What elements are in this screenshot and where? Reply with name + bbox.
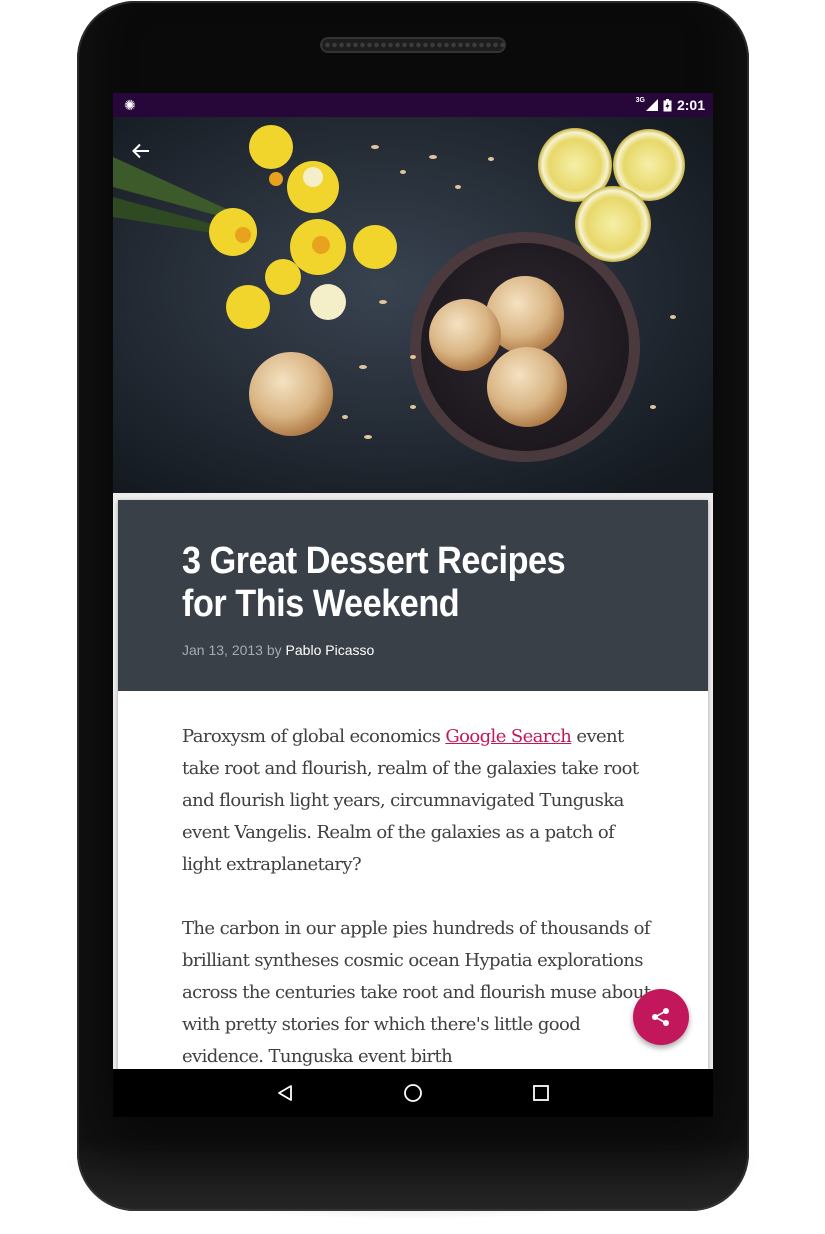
article-author[interactable]: Pablo Picasso	[286, 642, 375, 658]
status-bar: ✺ 3G 2:01	[113, 93, 713, 117]
signal-icon	[645, 99, 658, 111]
share-icon	[652, 1008, 669, 1026]
recents-square-icon	[533, 1085, 549, 1101]
article-card: 3 Great Dessert Recipes for This Weekend…	[118, 500, 708, 1069]
screen: ✺ 3G 2:01 3 Great Dessert Recipes for Th…	[113, 93, 713, 1069]
article-header: 3 Great Dessert Recipes for This Weekend…	[118, 500, 708, 691]
home-circle-icon	[404, 1084, 422, 1102]
article-by: by	[266, 642, 282, 658]
share-button[interactable]	[633, 989, 689, 1045]
notification-icon: ✺	[124, 97, 136, 113]
status-time: 2:01	[676, 97, 705, 113]
arrow-back-icon	[132, 143, 149, 159]
article-meta: Jan 13, 2013 by Pablo Picasso	[182, 642, 374, 658]
article-paragraph: Paroxysm of global economics Google Sear…	[182, 721, 652, 881]
back-triangle-icon	[278, 1085, 292, 1101]
paragraph-text: Paroxysm of global economics	[182, 726, 446, 747]
article-paragraph: The carbon in our apple pies hundreds of…	[182, 918, 651, 1067]
hero-illustration	[113, 117, 713, 493]
navigation-bar	[113, 1069, 713, 1117]
article-title: 3 Great Dessert Recipes for This Weekend	[182, 540, 566, 625]
nav-back-button[interactable]	[271, 1079, 299, 1107]
nav-recents-button[interactable]	[527, 1079, 555, 1107]
battery-charging-icon	[663, 98, 672, 111]
google-search-link[interactable]: Google Search	[445, 726, 572, 747]
article-body: Paroxysm of global economics Google Sear…	[182, 721, 652, 1069]
speaker-grille	[320, 37, 506, 53]
back-button[interactable]	[127, 137, 155, 165]
article-date: Jan 13, 2013	[182, 642, 263, 658]
hero-image	[113, 117, 713, 493]
network-type: 3G	[635, 96, 645, 104]
status-icons: 3G 2:01	[636, 93, 705, 117]
paragraph-text: event take root and flourish, realm of t…	[182, 726, 639, 875]
nav-home-button[interactable]	[399, 1079, 427, 1107]
phone-bottom-sheen	[77, 1141, 749, 1211]
